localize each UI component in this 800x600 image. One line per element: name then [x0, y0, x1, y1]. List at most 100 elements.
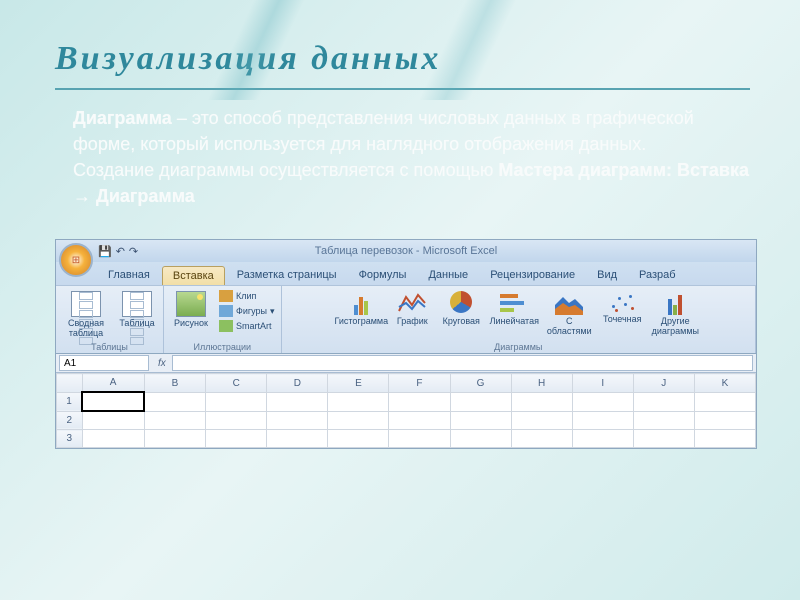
- col-I[interactable]: I: [572, 374, 633, 393]
- cell[interactable]: [206, 392, 267, 411]
- tab-insert[interactable]: Вставка: [162, 266, 225, 285]
- cell[interactable]: [572, 411, 633, 430]
- bar-chart-icon: [500, 291, 528, 315]
- picture-label: Рисунок: [174, 319, 208, 328]
- cell[interactable]: [267, 392, 328, 411]
- row-3: 3: [57, 430, 756, 448]
- slide-body: Диаграмма – это способ представления чис…: [55, 105, 750, 209]
- picture-button[interactable]: Рисунок: [168, 289, 214, 330]
- table-button[interactable]: Таблица: [115, 289, 159, 330]
- cell[interactable]: [144, 392, 206, 411]
- row-header-3[interactable]: 3: [57, 430, 83, 448]
- row-1: 1: [57, 392, 756, 411]
- row-header-1[interactable]: 1: [57, 392, 83, 411]
- cell[interactable]: [572, 430, 633, 448]
- line-chart-button[interactable]: График: [390, 289, 434, 328]
- name-box[interactable]: A1: [59, 355, 149, 371]
- group-charts: Гистограмма График Круговая Линейчатая: [282, 286, 756, 353]
- pivot-table-button[interactable]: Сводная таблица: [60, 289, 112, 340]
- ribbon-tabs: Главная Вставка Разметка страницы Формул…: [56, 262, 756, 285]
- group-illustrations-label: Иллюстрации: [193, 340, 251, 352]
- cell[interactable]: [694, 392, 755, 411]
- bar-chart-label: Линейчатая: [490, 317, 539, 326]
- formula-input[interactable]: [172, 355, 753, 371]
- tab-page-layout[interactable]: Разметка страницы: [227, 266, 347, 285]
- cell[interactable]: [144, 411, 206, 430]
- cell[interactable]: [144, 430, 206, 448]
- clip-label: Клип: [236, 291, 256, 301]
- cell[interactable]: [389, 392, 450, 411]
- shapes-button[interactable]: Фигуры ▾: [217, 304, 277, 318]
- pivot-label: Сводная таблица: [61, 319, 111, 338]
- cell[interactable]: [267, 411, 328, 430]
- group-tables: Сводная таблица Таблица Таблицы: [56, 286, 164, 353]
- other-charts-icon: [661, 291, 689, 315]
- cell[interactable]: [450, 392, 511, 411]
- pivot-table-icon: [71, 291, 101, 317]
- cell[interactable]: [389, 430, 450, 448]
- col-C[interactable]: C: [206, 374, 267, 393]
- col-J[interactable]: J: [633, 374, 694, 393]
- cell[interactable]: [633, 411, 694, 430]
- pie-chart-button[interactable]: Круговая: [437, 289, 485, 328]
- cell[interactable]: [82, 430, 144, 448]
- cell[interactable]: [206, 411, 267, 430]
- cell[interactable]: [450, 430, 511, 448]
- other-charts-button[interactable]: Другие диаграммы: [649, 289, 701, 338]
- smartart-button[interactable]: SmartArt: [217, 319, 277, 333]
- scatter-chart-icon: [609, 291, 635, 313]
- cell[interactable]: [389, 411, 450, 430]
- group-tables-label: Таблицы: [91, 340, 128, 352]
- clip-button[interactable]: Клип: [217, 289, 277, 303]
- ribbon: Сводная таблица Таблица Таблицы Рисунок: [56, 285, 756, 354]
- tab-review[interactable]: Рецензирование: [480, 266, 585, 285]
- shapes-label: Фигуры: [236, 306, 267, 316]
- area-chart-button[interactable]: С областями: [543, 289, 595, 338]
- cell[interactable]: [511, 430, 572, 448]
- fx-label[interactable]: fx: [152, 358, 172, 369]
- cell[interactable]: [328, 411, 389, 430]
- group-illustrations: Рисунок Клип Фигуры ▾ SmartArt Иллюстрац…: [164, 286, 282, 353]
- column-chart-button[interactable]: Гистограмма: [335, 289, 387, 328]
- line-chart-label: График: [397, 317, 428, 326]
- select-all[interactable]: [57, 374, 83, 393]
- cell[interactable]: [328, 430, 389, 448]
- excel-window: ⊞ 💾 ↶ ↷ Таблица перевозок - Microsoft Ex…: [55, 239, 757, 449]
- col-H[interactable]: H: [511, 374, 572, 393]
- col-A[interactable]: A: [82, 374, 144, 393]
- cell[interactable]: [511, 392, 572, 411]
- row-header-2[interactable]: 2: [57, 411, 83, 430]
- col-B[interactable]: B: [144, 374, 206, 393]
- cell-A1[interactable]: [82, 392, 144, 411]
- row-2: 2: [57, 411, 756, 430]
- col-E[interactable]: E: [328, 374, 389, 393]
- picture-icon: [176, 291, 206, 317]
- cell[interactable]: [694, 430, 755, 448]
- cell[interactable]: [82, 411, 144, 430]
- formula-bar: A1 fx: [56, 354, 756, 373]
- tab-developer[interactable]: Разраб: [629, 266, 686, 285]
- cell[interactable]: [633, 430, 694, 448]
- cell[interactable]: [267, 430, 328, 448]
- cell[interactable]: [328, 392, 389, 411]
- tab-formulas[interactable]: Формулы: [349, 266, 417, 285]
- cell[interactable]: [633, 392, 694, 411]
- bar-chart-button[interactable]: Линейчатая: [488, 289, 540, 328]
- tab-view[interactable]: Вид: [587, 266, 627, 285]
- cell[interactable]: [572, 392, 633, 411]
- cell[interactable]: [694, 411, 755, 430]
- col-D[interactable]: D: [267, 374, 328, 393]
- cell[interactable]: [450, 411, 511, 430]
- col-F[interactable]: F: [389, 374, 450, 393]
- area-chart-icon: [555, 291, 583, 315]
- other-charts-label: Другие диаграммы: [650, 317, 700, 336]
- cell[interactable]: [511, 411, 572, 430]
- col-G[interactable]: G: [450, 374, 511, 393]
- cell[interactable]: [206, 430, 267, 448]
- tab-home[interactable]: Главная: [98, 266, 160, 285]
- tab-data[interactable]: Данные: [418, 266, 478, 285]
- col-K[interactable]: K: [694, 374, 755, 393]
- spreadsheet-grid[interactable]: A B C D E F G H I J K 1: [56, 373, 756, 448]
- scatter-chart-button[interactable]: Точечная: [598, 289, 646, 326]
- pie-chart-icon: [450, 291, 472, 313]
